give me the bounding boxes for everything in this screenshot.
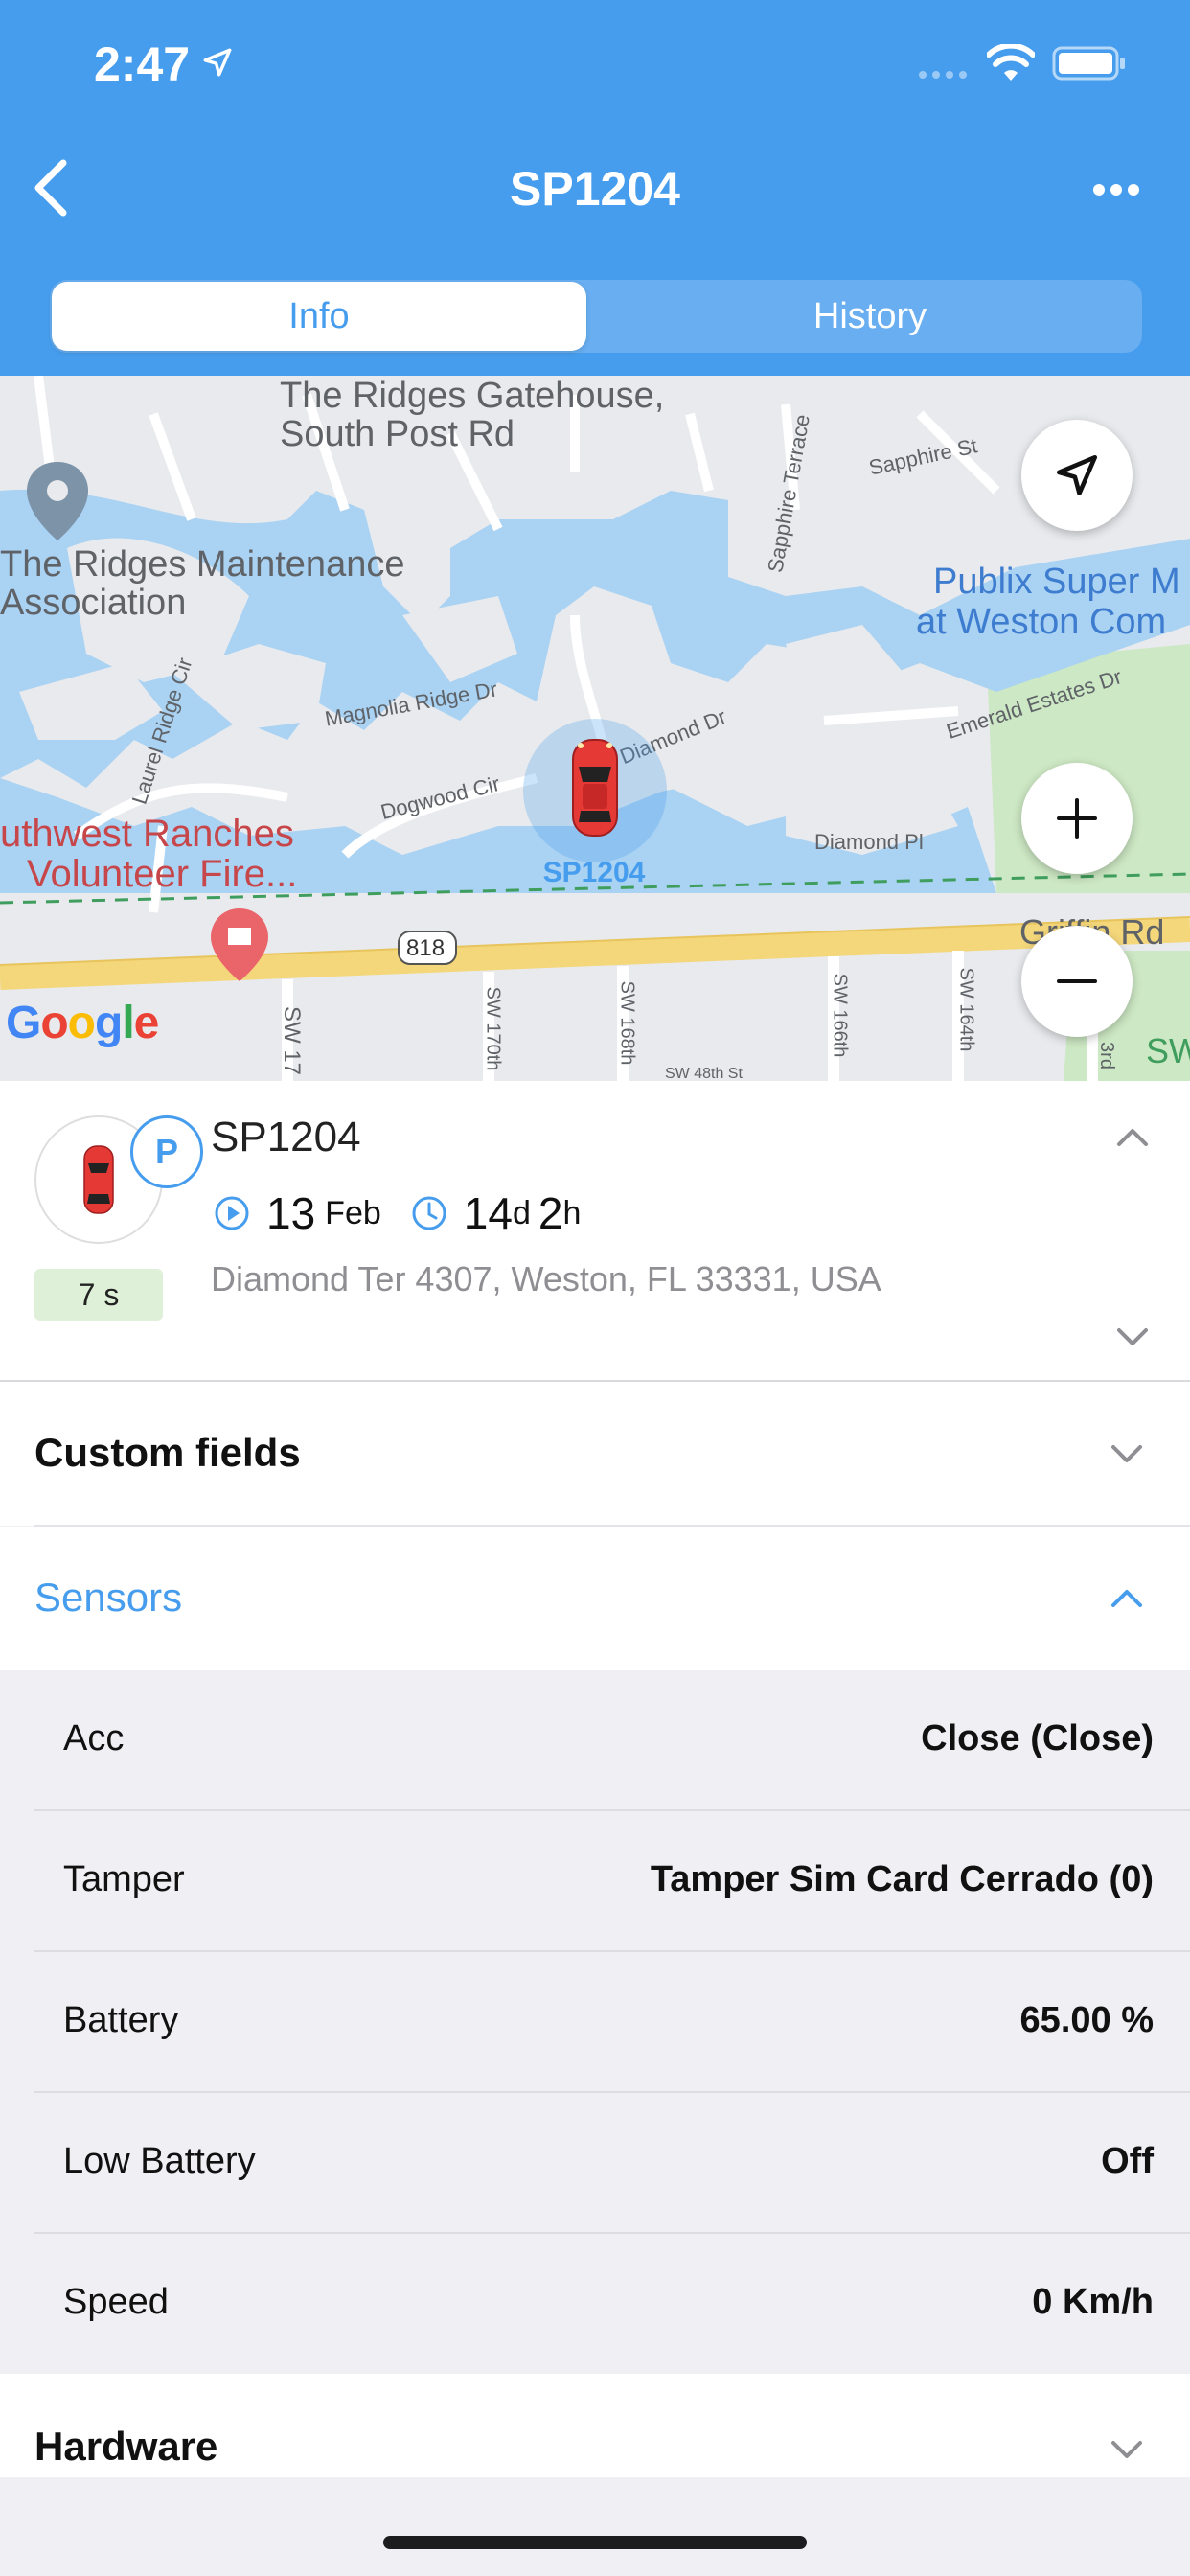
- map-label-route-818: 818: [406, 935, 446, 961]
- chevron-down-icon: [1111, 2441, 1142, 2458]
- map-label-gatehouse-2: South Post Rd: [280, 414, 515, 454]
- device-address: Diamond Ter 4307, Weston, FL 33331, USA: [211, 1259, 881, 1299]
- sensor-value: 0 Km/h: [1032, 2282, 1154, 2322]
- section-custom-fields[interactable]: Custom fields: [0, 1382, 1190, 1526]
- tab-history[interactable]: History: [598, 280, 1142, 353]
- map-label-maintenance: The Ridges Maintenance: [0, 544, 405, 585]
- device-info-card[interactable]: P 7 s SP1204 13 Feb 14 d 2 h Diamond Ter…: [0, 1081, 1190, 1382]
- parked-status-badge: P: [130, 1116, 203, 1188]
- device-detail-screen: 2:47 SP1204 Info History The Ridges Gate…: [0, 0, 1190, 2576]
- page-title: SP1204: [510, 162, 680, 216]
- sensor-row: Acc Close (Close): [34, 1670, 1190, 1811]
- car-icon: [572, 739, 618, 837]
- status-time: 2:47: [94, 37, 191, 91]
- nav-header: 2:47 SP1204 Info History: [0, 0, 1190, 376]
- duration-hours: 2: [538, 1188, 563, 1238]
- plus-icon: [1057, 798, 1097, 839]
- map-label-diamond-pl: Diamond Pl: [814, 830, 924, 854]
- sensor-value: Close (Close): [921, 1718, 1154, 1759]
- sensor-name: Acc: [63, 1718, 125, 1759]
- map-label-fire: uthwest Ranches: [0, 813, 294, 855]
- section-title-hardware: Hardware: [34, 2424, 218, 2469]
- map-label-maintenance-2: Association: [0, 583, 187, 623]
- map-label-publix-2: at Weston Com: [916, 602, 1167, 642]
- section-hardware[interactable]: Hardware: [0, 2374, 1190, 2477]
- home-indicator[interactable]: [383, 2536, 807, 2549]
- duration-hours-unit: h: [562, 1194, 582, 1231]
- duration-days-unit: d: [512, 1194, 531, 1231]
- map-label-publix: Publix Super M: [933, 562, 1180, 602]
- section-title-sensors: Sensors: [34, 1575, 183, 1620]
- vehicle-marker-label: SP1204: [542, 857, 646, 888]
- sensor-value: Off: [1101, 2141, 1154, 2181]
- chevron-down-icon[interactable]: [1113, 1324, 1152, 1351]
- zoom-out-button[interactable]: [1021, 926, 1133, 1037]
- map-label-sw-right: SW: [1146, 1031, 1190, 1070]
- sensor-name: Battery: [63, 2000, 179, 2040]
- map-label-sw166: SW 166th: [829, 973, 851, 1058]
- sensor-name: Speed: [63, 2282, 169, 2322]
- last-update-age-badge: 7 s: [34, 1269, 163, 1321]
- chevron-up-icon[interactable]: [1113, 1123, 1152, 1150]
- section-title-custom-fields: Custom fields: [34, 1430, 301, 1475]
- sensor-row: Tamper Tamper Sim Card Cerrado (0): [34, 1811, 1190, 1952]
- google-logo: Google: [6, 998, 159, 1048]
- sensor-value: 65.00 %: [1019, 2000, 1154, 2040]
- play-circle-icon: [215, 1196, 249, 1230]
- chevron-up-icon: [1111, 1590, 1142, 1607]
- map-label-sw170: SW 170th: [482, 986, 504, 1071]
- chevron-down-icon: [1111, 1445, 1142, 1462]
- sensor-name: Low Battery: [63, 2141, 256, 2181]
- date-day: 13: [266, 1188, 316, 1238]
- section-sensors[interactable]: Sensors: [0, 1527, 1190, 1670]
- map-label-fire-2: Volunteer Fire...: [27, 853, 298, 895]
- segmented-control: Info History: [50, 280, 1142, 353]
- sensor-value: Tamper Sim Card Cerrado (0): [650, 1859, 1154, 1899]
- map-label-sw172: SW 17: [279, 1005, 306, 1076]
- sensor-row: Battery 65.00 %: [34, 1952, 1190, 2093]
- map-view[interactable]: The Ridges Gatehouse, South Post Rd The …: [0, 376, 1190, 1081]
- minus-icon: [1057, 979, 1097, 983]
- more-options-icon[interactable]: [1092, 182, 1140, 197]
- map-label-gatehouse: The Ridges Gatehouse,: [280, 376, 665, 416]
- vehicle-marker[interactable]: [523, 719, 667, 862]
- device-name: SP1204: [211, 1114, 361, 1161]
- date-month: Feb: [325, 1194, 381, 1231]
- map-label-sw168: SW 168th: [616, 980, 638, 1066]
- map-label-sw164: SW 164th: [955, 967, 977, 1052]
- sensor-row: Speed 0 Km/h: [34, 2234, 1190, 2375]
- device-meta-row: 13 Feb 14 d 2 h: [213, 1184, 581, 1242]
- location-arrow-icon: [203, 48, 232, 77]
- duration-days: 14: [463, 1188, 513, 1238]
- map-label-sw48: SW 48th St: [665, 1066, 743, 1081]
- cellular-signal-icon: [919, 71, 967, 79]
- locate-button[interactable]: [1021, 420, 1133, 531]
- sensor-list: Acc Close (Close) Tamper Tamper Sim Card…: [0, 1670, 1190, 2374]
- navigate-icon: [1056, 454, 1098, 496]
- clock-icon: [412, 1196, 446, 1230]
- wifi-icon: [987, 44, 1035, 80]
- map-label-sw-3rd: 3rd: [1095, 1042, 1117, 1070]
- zoom-in-button[interactable]: [1021, 763, 1133, 874]
- battery-icon: [1052, 46, 1125, 80]
- tab-info[interactable]: Info: [52, 282, 586, 351]
- sensor-name: Tamper: [63, 1859, 185, 1899]
- sensor-row: Low Battery Off: [34, 2093, 1190, 2234]
